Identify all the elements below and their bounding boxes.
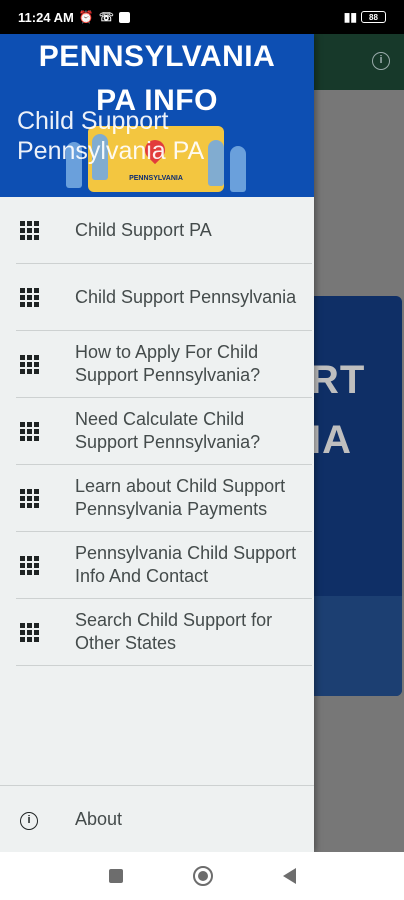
- background-banner-text-1: RT: [310, 358, 366, 402]
- menu-item-info-contact[interactable]: Pennsylvania Child Support Info And Cont…: [16, 532, 312, 599]
- whatsapp-icon: ☏: [98, 10, 114, 24]
- background-banner: RT IA: [300, 296, 402, 696]
- grid-icon: [20, 355, 39, 374]
- navigation-drawer: PENNSYLVANIA PENNSYLVANIA PA INFO Child …: [0, 34, 314, 852]
- back-button[interactable]: [282, 868, 296, 884]
- background-info-icon: i: [372, 52, 390, 70]
- alarm-icon: ⏰: [78, 10, 94, 24]
- menu-item-how-to-apply[interactable]: How to Apply For Child Support Pennsylva…: [16, 331, 312, 398]
- grid-icon: [20, 422, 39, 441]
- home-dot-icon: [197, 871, 208, 881]
- menu-item-label: Child Support Pennsylvania: [75, 286, 297, 307]
- system-nav-bar: [0, 852, 404, 900]
- signal-icon: ▮▮: [343, 10, 357, 24]
- background-banner-band: [300, 596, 402, 696]
- background-banner-text-2: IA: [310, 418, 352, 462]
- recents-button[interactable]: [108, 869, 123, 883]
- screen: 11:24 AM ⏰ ☏ ▮▮ 88 i RT IA PENNSYLVANIA …: [0, 0, 404, 900]
- status-bar: 11:24 AM ⏰ ☏ ▮▮ 88: [0, 0, 404, 34]
- about-label: About: [75, 808, 123, 829]
- menu-item-label: How to Apply For Child Support Pennsylva…: [75, 342, 261, 385]
- menu-item-child-support-pennsylvania[interactable]: Child Support Pennsylvania: [16, 264, 312, 331]
- menu-item-child-support-pa[interactable]: Child Support PA: [16, 197, 312, 264]
- menu-item-about[interactable]: i About: [0, 786, 314, 852]
- battery-icon: 88: [361, 11, 386, 23]
- menu-item-other-states[interactable]: Search Child Support for Other States: [16, 599, 312, 666]
- grid-icon: [20, 556, 39, 575]
- drawer-menu: Child Support PA Child Support Pennsylva…: [0, 197, 314, 666]
- grid-icon: [20, 489, 39, 508]
- status-right: ▮▮ 88: [344, 11, 386, 23]
- info-icon: i: [20, 812, 38, 830]
- home-button[interactable]: [192, 866, 213, 886]
- map-label: PENNSYLVANIA: [129, 175, 183, 182]
- menu-item-label: Need Calculate Child Support Pennsylvani…: [75, 409, 261, 452]
- grid-icon: [20, 288, 39, 307]
- status-time: 11:24 AM: [18, 9, 74, 25]
- menu-item-label: Child Support PA: [75, 219, 212, 240]
- menu-item-label: Pennsylvania Child Support Info And Cont…: [75, 543, 297, 586]
- menu-item-learn-payments[interactable]: Learn about Child Support Pennsylvania P…: [16, 465, 312, 532]
- menu-item-label: Learn about Child Support Pennsylvania P…: [75, 476, 286, 519]
- status-left: 11:24 AM ⏰ ☏: [18, 10, 130, 25]
- header-title-line1: PENNSYLVANIA: [38, 40, 276, 73]
- menu-item-label: Search Child Support for Other States: [75, 610, 273, 653]
- menu-item-need-calculate[interactable]: Need Calculate Child Support Pennsylvani…: [16, 398, 312, 465]
- drawer-header: PENNSYLVANIA PENNSYLVANIA PA INFO Child …: [0, 34, 314, 197]
- notification-icon: [118, 11, 130, 23]
- grid-icon: [20, 623, 39, 642]
- grid-icon: [20, 221, 39, 240]
- header-subtitle: Child Support Pennsylvania PA: [17, 107, 205, 165]
